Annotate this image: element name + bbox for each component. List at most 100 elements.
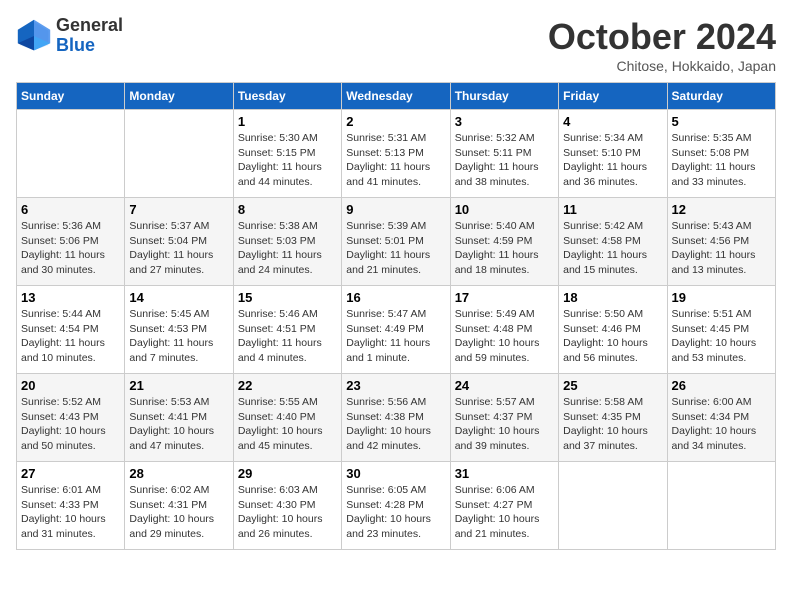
- calendar-cell: 3 Sunrise: 5:32 AMSunset: 5:11 PMDaylight…: [450, 110, 558, 198]
- month-title: October 2024: [548, 16, 776, 58]
- day-number: 14: [129, 290, 228, 305]
- calendar-cell: 17Sunrise: 5:49 AMSunset: 4:48 PMDayligh…: [450, 286, 558, 374]
- day-number: 13: [21, 290, 120, 305]
- day-number: 29: [238, 466, 337, 481]
- page-header: General Blue October 2024 Chitose, Hokka…: [16, 16, 776, 74]
- day-info: Sunrise: 6:03 AMSunset: 4:30 PMDaylight:…: [238, 483, 337, 542]
- calendar-cell: 30 Sunrise: 6:05 AMSunset: 4:28 PMDayligh…: [342, 462, 450, 550]
- day-info: Sunrise: 5:38 AMSunset: 5:03 PMDaylight:…: [238, 219, 337, 278]
- day-info: Sunrise: 5:34 AMSunset: 5:10 PMDaylight:…: [563, 131, 662, 190]
- day-number: 7: [129, 202, 228, 217]
- calendar-cell: 24 Sunrise: 5:57 AMSunset: 4:37 PMDayligh…: [450, 374, 558, 462]
- calendar-cell: 1 Sunrise: 5:30 AMSunset: 5:15 PMDaylight…: [233, 110, 341, 198]
- title-area: October 2024 Chitose, Hokkaido, Japan: [548, 16, 776, 74]
- calendar-cell: 7Sunrise: 5:37 AMSunset: 5:04 PMDaylight…: [125, 198, 233, 286]
- day-number: 5: [672, 114, 771, 129]
- calendar-cell: [559, 462, 667, 550]
- calendar-cell: 2 Sunrise: 5:31 AMSunset: 5:13 PMDaylight…: [342, 110, 450, 198]
- day-info: Sunrise: 5:43 AMSunset: 4:56 PMDaylight:…: [672, 219, 771, 278]
- calendar-cell: [125, 110, 233, 198]
- calendar-cell: 21 Sunrise: 5:53 AMSunset: 4:41 PMDayligh…: [125, 374, 233, 462]
- weekday-header-sunday: Sunday: [17, 83, 125, 110]
- day-info: Sunrise: 5:51 AMSunset: 4:45 PMDaylight:…: [672, 307, 771, 366]
- day-number: 27: [21, 466, 120, 481]
- calendar-cell: 22 Sunrise: 5:55 AMSunset: 4:40 PMDayligh…: [233, 374, 341, 462]
- day-info: Sunrise: 6:06 AMSunset: 4:27 PMDaylight:…: [455, 483, 554, 542]
- calendar-cell: 4 Sunrise: 5:34 AMSunset: 5:10 PMDaylight…: [559, 110, 667, 198]
- day-number: 4: [563, 114, 662, 129]
- day-number: 21: [129, 378, 228, 393]
- logo: General Blue: [16, 16, 123, 56]
- day-info: Sunrise: 5:31 AMSunset: 5:13 PMDaylight:…: [346, 131, 445, 190]
- weekday-header-tuesday: Tuesday: [233, 83, 341, 110]
- day-number: 10: [455, 202, 554, 217]
- day-info: Sunrise: 5:53 AMSunset: 4:41 PMDaylight:…: [129, 395, 228, 454]
- day-info: Sunrise: 6:02 AMSunset: 4:31 PMDaylight:…: [129, 483, 228, 542]
- calendar-table: SundayMondayTuesdayWednesdayThursdayFrid…: [16, 82, 776, 550]
- day-info: Sunrise: 6:01 AMSunset: 4:33 PMDaylight:…: [21, 483, 120, 542]
- day-number: 12: [672, 202, 771, 217]
- calendar-cell: 27 Sunrise: 6:01 AMSunset: 4:33 PMDayligh…: [17, 462, 125, 550]
- day-info: Sunrise: 5:30 AMSunset: 5:15 PMDaylight:…: [238, 131, 337, 190]
- day-number: 3: [455, 114, 554, 129]
- day-info: Sunrise: 5:36 AMSunset: 5:06 PMDaylight:…: [21, 219, 120, 278]
- day-info: Sunrise: 5:49 AMSunset: 4:48 PMDaylight:…: [455, 307, 554, 366]
- day-number: 28: [129, 466, 228, 481]
- calendar-cell: 29 Sunrise: 6:03 AMSunset: 4:30 PMDayligh…: [233, 462, 341, 550]
- weekday-header-row: SundayMondayTuesdayWednesdayThursdayFrid…: [17, 83, 776, 110]
- day-info: Sunrise: 5:39 AMSunset: 5:01 PMDaylight:…: [346, 219, 445, 278]
- day-number: 20: [21, 378, 120, 393]
- day-info: Sunrise: 5:56 AMSunset: 4:38 PMDaylight:…: [346, 395, 445, 454]
- day-number: 30: [346, 466, 445, 481]
- calendar-cell: 15Sunrise: 5:46 AMSunset: 4:51 PMDayligh…: [233, 286, 341, 374]
- calendar-cell: 16 Sunrise: 5:47 AMSunset: 4:49 PMDayligh…: [342, 286, 450, 374]
- weekday-header-monday: Monday: [125, 83, 233, 110]
- weekday-header-thursday: Thursday: [450, 83, 558, 110]
- day-number: 24: [455, 378, 554, 393]
- day-info: Sunrise: 5:52 AMSunset: 4:43 PMDaylight:…: [21, 395, 120, 454]
- calendar-cell: 31 Sunrise: 6:06 AMSunset: 4:27 PMDayligh…: [450, 462, 558, 550]
- logo-line1: General: [56, 16, 123, 36]
- day-number: 19: [672, 290, 771, 305]
- calendar-cell: 13 Sunrise: 5:44 AMSunset: 4:54 PMDayligh…: [17, 286, 125, 374]
- calendar-cell: 23 Sunrise: 5:56 AMSunset: 4:38 PMDayligh…: [342, 374, 450, 462]
- day-number: 8: [238, 202, 337, 217]
- weekday-header-wednesday: Wednesday: [342, 83, 450, 110]
- day-info: Sunrise: 6:05 AMSunset: 4:28 PMDaylight:…: [346, 483, 445, 542]
- day-number: 9: [346, 202, 445, 217]
- calendar-cell: 25Sunrise: 5:58 AMSunset: 4:35 PMDayligh…: [559, 374, 667, 462]
- calendar-cell: 5 Sunrise: 5:35 AMSunset: 5:08 PMDaylight…: [667, 110, 775, 198]
- calendar-cell: 19 Sunrise: 5:51 AMSunset: 4:45 PMDayligh…: [667, 286, 775, 374]
- day-number: 31: [455, 466, 554, 481]
- day-number: 22: [238, 378, 337, 393]
- logo-icon: [16, 18, 52, 54]
- day-info: Sunrise: 5:42 AMSunset: 4:58 PMDaylight:…: [563, 219, 662, 278]
- day-number: 1: [238, 114, 337, 129]
- weekday-header-saturday: Saturday: [667, 83, 775, 110]
- calendar-cell: 8 Sunrise: 5:38 AMSunset: 5:03 PMDaylight…: [233, 198, 341, 286]
- week-row-3: 13 Sunrise: 5:44 AMSunset: 4:54 PMDayligh…: [17, 286, 776, 374]
- calendar-cell: 12 Sunrise: 5:43 AMSunset: 4:56 PMDayligh…: [667, 198, 775, 286]
- logo-text-block: General Blue: [56, 16, 123, 56]
- day-info: Sunrise: 5:44 AMSunset: 4:54 PMDaylight:…: [21, 307, 120, 366]
- day-info: Sunrise: 5:45 AMSunset: 4:53 PMDaylight:…: [129, 307, 228, 366]
- day-number: 26: [672, 378, 771, 393]
- calendar-cell: 28 Sunrise: 6:02 AMSunset: 4:31 PMDayligh…: [125, 462, 233, 550]
- day-info: Sunrise: 5:57 AMSunset: 4:37 PMDaylight:…: [455, 395, 554, 454]
- calendar-cell: 10Sunrise: 5:40 AMSunset: 4:59 PMDayligh…: [450, 198, 558, 286]
- calendar-cell: 6 Sunrise: 5:36 AMSunset: 5:06 PMDaylight…: [17, 198, 125, 286]
- day-number: 2: [346, 114, 445, 129]
- day-number: 11: [563, 202, 662, 217]
- day-info: Sunrise: 5:47 AMSunset: 4:49 PMDaylight:…: [346, 307, 445, 366]
- day-info: Sunrise: 5:55 AMSunset: 4:40 PMDaylight:…: [238, 395, 337, 454]
- day-info: Sunrise: 5:32 AMSunset: 5:11 PMDaylight:…: [455, 131, 554, 190]
- day-number: 6: [21, 202, 120, 217]
- calendar-cell: 18Sunrise: 5:50 AMSunset: 4:46 PMDayligh…: [559, 286, 667, 374]
- calendar-cell: [667, 462, 775, 550]
- weekday-header-friday: Friday: [559, 83, 667, 110]
- day-info: Sunrise: 5:35 AMSunset: 5:08 PMDaylight:…: [672, 131, 771, 190]
- logo-line2: Blue: [56, 36, 123, 56]
- day-number: 16: [346, 290, 445, 305]
- week-row-5: 27 Sunrise: 6:01 AMSunset: 4:33 PMDayligh…: [17, 462, 776, 550]
- day-number: 23: [346, 378, 445, 393]
